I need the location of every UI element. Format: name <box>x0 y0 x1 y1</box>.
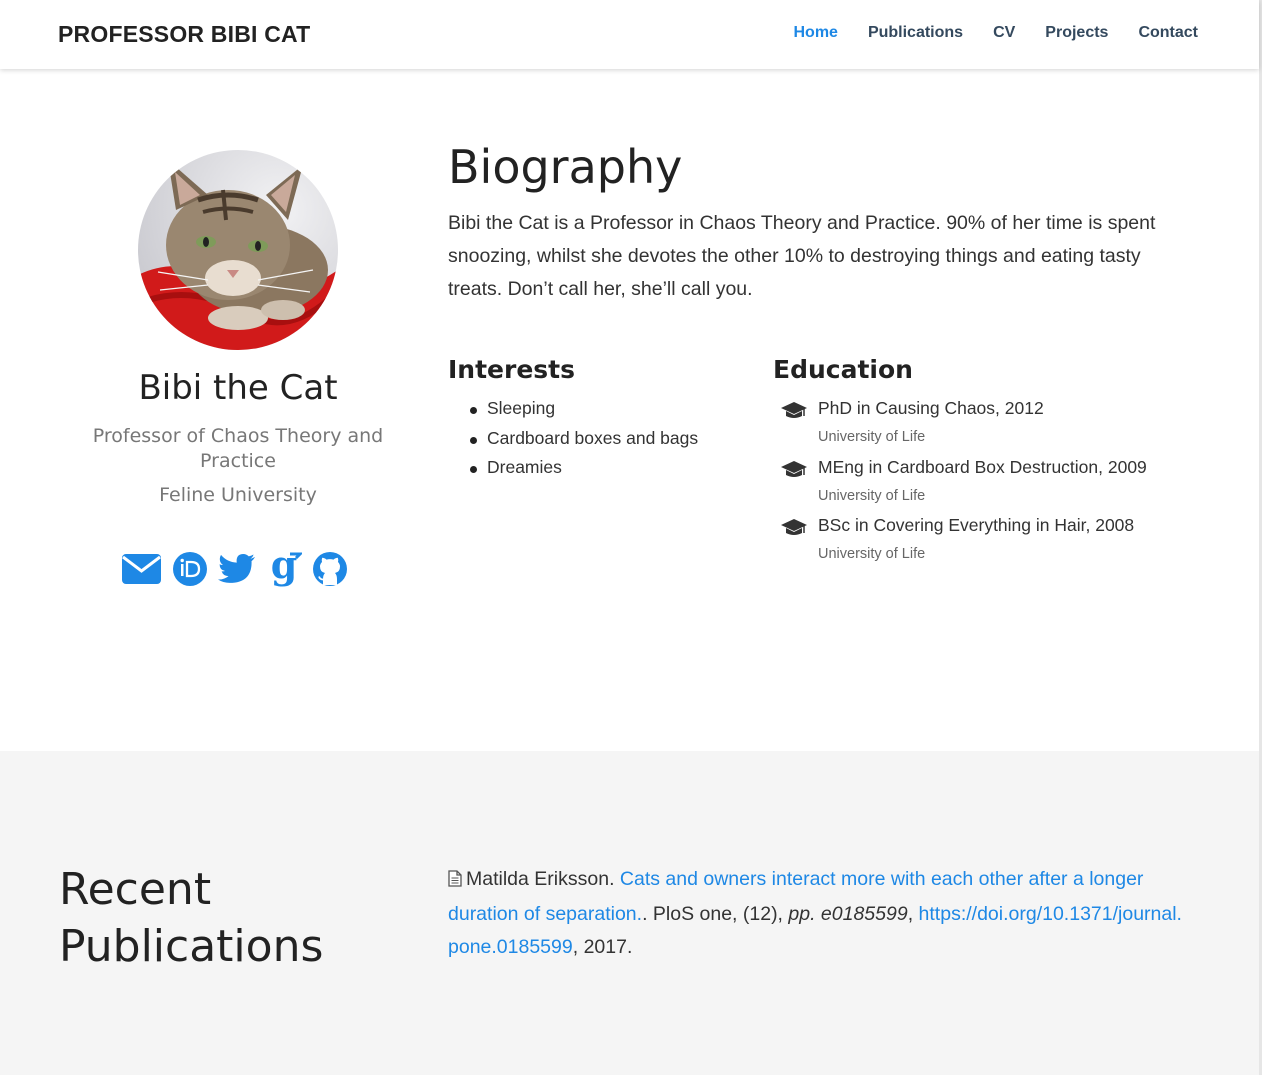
education-degree: PhD in Causing Chaos, 2012 <box>818 398 1044 418</box>
publication-item: Matilda Eriksson. Cats and owners intera… <box>448 863 1188 964</box>
publication-year: 2017 <box>583 936 627 958</box>
publication-author: Matilda Eriksson <box>466 868 610 890</box>
education-degree: BSc in Covering Everything in Hair, 2008 <box>818 515 1135 535</box>
google-scholar-icon[interactable]: g <box>266 542 304 593</box>
publications-title: Recent Publications <box>59 861 399 975</box>
interests-title: Interests <box>448 355 576 384</box>
publication-pages: pp. e0185599 <box>788 903 908 925</box>
orcid-icon[interactable] <box>172 551 208 592</box>
graduation-cap-icon <box>780 460 808 485</box>
biography-title: Biography <box>448 140 683 194</box>
publications-title-line1: Recent <box>59 864 212 915</box>
interests-list: Sleeping Cardboard boxes and bags Dreami… <box>470 398 698 487</box>
education-degree: MEng in Cardboard Box Destruction, 2009 <box>818 456 1147 477</box>
publication-pages-separator: , <box>907 903 919 925</box>
twitter-icon[interactable] <box>217 553 256 590</box>
github-icon[interactable] <box>312 551 348 592</box>
site-brand[interactable]: PROFESSOR BIBI CAT <box>58 21 310 48</box>
document-icon <box>448 865 462 898</box>
education-institution: University of Life <box>818 546 926 562</box>
avatar <box>138 150 338 350</box>
publications-section: Recent Publications Matilda Eriksson. Ca… <box>0 751 1259 1075</box>
nav-projects[interactable]: Projects <box>1045 24 1108 42</box>
nav-cv[interactable]: CV <box>993 24 1015 42</box>
social-links: g <box>121 542 358 593</box>
nav-home[interactable]: Home <box>793 24 837 42</box>
publication-end: . <box>626 936 633 958</box>
education-institution: University of Life <box>818 487 926 504</box>
publication-author-separator: . <box>609 868 620 890</box>
publication-doi-separator: , <box>572 936 584 958</box>
navbar: PROFESSOR BIBI CAT Home Publications CV … <box>0 0 1259 69</box>
publications-title-line2: Publications <box>59 921 324 972</box>
list-item: Cardboard boxes and bags <box>470 428 698 458</box>
graduation-cap-icon <box>780 518 808 543</box>
biography-text: Bibi the Cat is a Professor in Chaos The… <box>448 212 1156 300</box>
envelope-icon[interactable] <box>121 552 162 591</box>
profile-organization[interactable]: Feline University <box>60 484 416 506</box>
nav-publications[interactable]: Publications <box>868 24 963 42</box>
svg-text:g: g <box>271 550 298 587</box>
publication-journal: PloS one, (12), <box>652 903 789 925</box>
nav-contact[interactable]: Contact <box>1138 24 1198 42</box>
education-institution: University of Life <box>818 429 926 445</box>
profile-role: Professor of Chaos Theory and Practice <box>92 425 384 472</box>
nav-menu: Home Publications CV Projects Contact <box>763 24 1198 42</box>
publication-title-separator: . <box>642 903 653 925</box>
list-item: Sleeping <box>470 398 698 428</box>
list-item: Dreamies <box>470 457 698 487</box>
graduation-cap-icon <box>780 401 808 426</box>
cat-photo <box>138 150 338 350</box>
education-title: Education <box>773 355 913 384</box>
profile-name: Bibi the Cat <box>138 368 338 408</box>
